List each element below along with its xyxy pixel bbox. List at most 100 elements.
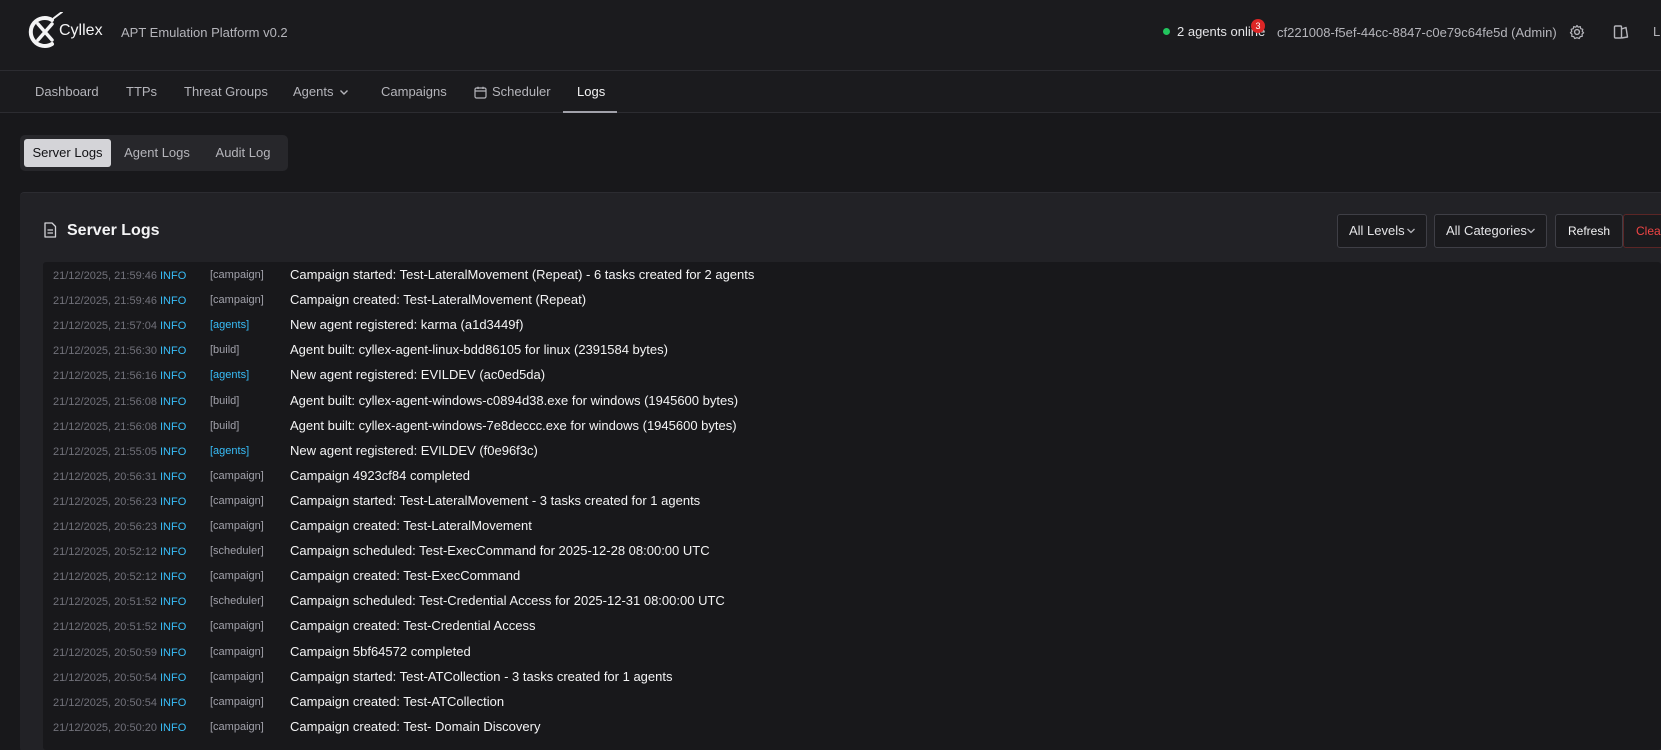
nav-label: Threat Groups [184, 84, 268, 99]
log-category: [campaign] [210, 620, 264, 633]
nav-campaigns[interactable]: Campaigns [381, 71, 447, 113]
log-timestamp: 21/12/2025, 20:52:12 [53, 546, 157, 559]
nav-label: Scheduler [492, 84, 551, 99]
tab-agent-logs[interactable]: Agent Logs [115, 139, 199, 167]
log-level: INFO [160, 320, 187, 333]
notification-badge[interactable]: 3 [1251, 19, 1265, 33]
log-row: 21/12/2025, 21:59:46 INFO [campaign] Campai… [43, 289, 1661, 314]
log-timestamp: 21/12/2025, 21:57:04 [53, 320, 157, 333]
log-timestamp: 21/12/2025, 20:50:59 [53, 646, 157, 659]
tab-server-logs[interactable]: Server Logs [24, 139, 111, 167]
log-category: [agents] [210, 444, 250, 457]
nav-threat-groups[interactable]: Threat Groups [184, 71, 268, 113]
active-nav-indicator [563, 111, 617, 113]
log-timestamp: 21/12/2025, 21:56:16 [53, 370, 157, 383]
log-message: Campaign created: Test- Domain Discovery [290, 718, 541, 734]
log-row: 21/12/2025, 20:50:20 INFO [campaign] Campai… [43, 716, 1661, 741]
log-timestamp: 21/12/2025, 21:59:46 [53, 295, 157, 308]
nav-label: Dashboard [35, 84, 99, 99]
log-timestamp: 21/12/2025, 20:56:23 [53, 521, 157, 533]
log-message: Campaign created: Test-Credential Access [290, 618, 536, 634]
log-category: [agents] [210, 319, 250, 332]
nav-label: Campaigns [381, 84, 447, 99]
log-row: 21/12/2025, 20:56:23 INFO [campaign] Campai… [43, 490, 1661, 515]
category-filter-select[interactable]: All Categories [1434, 214, 1547, 248]
settings-icon[interactable] [1569, 24, 1585, 40]
main-nav: Dashboard TTPs Threat Groups Agents Camp… [0, 71, 1661, 113]
log-message: Campaign 5bf64572 completed [290, 643, 471, 659]
log-row: 21/12/2025, 20:51:52 INFO [scheduler] Campa… [43, 590, 1661, 615]
log-level: INFO [160, 671, 187, 684]
log-category: [agents] [210, 369, 250, 382]
log-message: Campaign created: Test-LateralMovement (… [290, 292, 587, 308]
log-level: INFO [160, 521, 187, 533]
clear-button[interactable]: Clear [1623, 214, 1661, 248]
log-row: 21/12/2025, 21:56:08 INFO [build] Agent bui… [43, 415, 1661, 440]
log-category: [campaign] [210, 294, 264, 307]
log-timestamp: 21/12/2025, 21:59:46 [53, 270, 157, 282]
log-row: 21/12/2025, 20:50:54 INFO [campaign] Campai… [43, 691, 1661, 716]
log-level: INFO [160, 270, 187, 282]
nav-label: Agents [293, 84, 334, 99]
log-timestamp: 21/12/2025, 20:56:23 [53, 495, 157, 508]
log-row: 21/12/2025, 20:51:52 INFO [campaign] Campai… [43, 615, 1661, 640]
nav-agents-dropdown[interactable]: Agents [293, 71, 350, 113]
theme-toggle-icon[interactable] [1613, 24, 1629, 40]
log-timestamp: 21/12/2025, 20:50:54 [53, 671, 157, 684]
log-timestamp: 21/12/2025, 21:55:05 [53, 445, 157, 458]
log-row: 21/12/2025, 21:56:30 INFO [build] Agent bui… [43, 339, 1661, 364]
log-level: INFO [160, 646, 187, 659]
level-filter-value: All Levels [1349, 223, 1405, 238]
panel-title: Server Logs [67, 222, 160, 239]
log-message: Agent built: cyllex-agent-linux-bdd86105… [290, 342, 668, 358]
log-row: 21/12/2025, 20:52:12 INFO [campaign] Campai… [43, 565, 1661, 590]
log-timestamp: 21/12/2025, 20:50:54 [53, 696, 157, 709]
tab-audit-log[interactable]: Audit Log [203, 139, 283, 167]
chevron-down-icon [1407, 228, 1415, 234]
logout-label-truncated[interactable]: L [1653, 24, 1660, 39]
nav-ttps[interactable]: TTPs [126, 71, 157, 113]
user-identity[interactable]: cf221008-f5ef-44cc-8847-c0e79c64fe5d (Ad… [1277, 25, 1557, 40]
log-level: INFO [160, 546, 187, 559]
document-icon [44, 222, 57, 238]
refresh-button[interactable]: Refresh [1555, 214, 1624, 248]
log-level: INFO [160, 295, 187, 308]
log-category: [build] [210, 394, 240, 407]
log-level: INFO [160, 395, 187, 408]
log-level: INFO [160, 345, 187, 358]
log-category: [campaign] [210, 670, 264, 683]
log-category: [build] [210, 419, 240, 432]
level-filter-select[interactable]: All Levels [1337, 214, 1427, 248]
log-message: Agent built: cyllex-agent-windows-7e8dec… [290, 417, 737, 433]
log-message: New agent registered: karma (a1d3449f) [290, 317, 524, 333]
log-row: 21/12/2025, 20:52:12 INFO [scheduler] Campa… [43, 540, 1661, 565]
log-level: INFO [160, 621, 187, 634]
log-timestamp: 21/12/2025, 21:56:30 [53, 345, 157, 358]
log-type-tabs: Server Logs Agent Logs Audit Log [20, 135, 288, 171]
log-category: [campaign] [210, 720, 264, 733]
log-category: [scheduler] [210, 595, 264, 608]
log-level: INFO [160, 696, 187, 709]
nav-logs[interactable]: Logs [577, 71, 605, 113]
log-row: 21/12/2025, 21:55:05 INFO [agents] New agen… [43, 440, 1661, 465]
log-timestamp: 21/12/2025, 21:56:08 [53, 420, 157, 433]
log-category: [campaign] [210, 494, 264, 507]
nav-dashboard[interactable]: Dashboard [35, 71, 99, 113]
log-list[interactable]: 21/12/2025, 21:59:46 INFO [campaign] Campai… [43, 262, 1661, 750]
nav-scheduler[interactable]: Scheduler [474, 71, 551, 113]
online-status-dot [1163, 28, 1170, 35]
log-timestamp: 21/12/2025, 20:56:31 [53, 470, 157, 483]
log-category: [campaign] [210, 645, 264, 658]
log-timestamp: 21/12/2025, 20:51:52 [53, 621, 157, 634]
log-level: INFO [160, 495, 187, 508]
brand-name[interactable]: Cyllex [59, 22, 103, 40]
log-row: 21/12/2025, 21:56:08 INFO [build] Agent bui… [43, 390, 1661, 415]
log-row: 21/12/2025, 21:57:04 INFO [agents] New agen… [43, 314, 1661, 339]
agents-online-indicator[interactable]: 2 agents online [1163, 24, 1265, 39]
calendar-icon [474, 86, 487, 99]
log-category: [build] [210, 344, 240, 357]
log-message: Campaign started: Test-LateralMovement -… [290, 492, 701, 508]
category-filter-value: All Categories [1446, 223, 1527, 238]
log-message: Campaign created: Test-LateralMovement [290, 518, 532, 533]
log-message: Campaign scheduled: Test-ExecCommand for… [290, 543, 710, 559]
